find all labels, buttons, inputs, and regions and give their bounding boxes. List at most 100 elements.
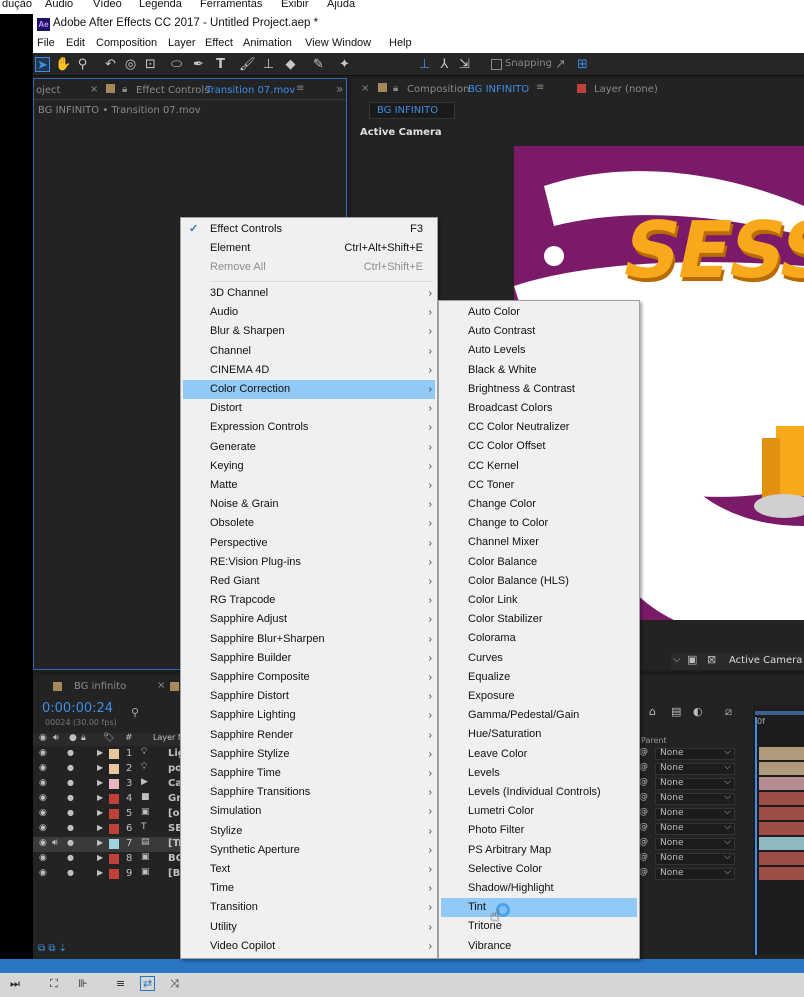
local-axis-icon[interactable]: ⊥ [417,57,432,72]
effect-lumetri-color[interactable]: Lumetri Color [441,802,637,821]
effect-change-to-color[interactable]: Change to Color [441,514,637,533]
loop-icon[interactable]: ⇄ [140,976,156,991]
timeline-bottom-icons[interactable]: ⧉ ⧉ ⇣ [38,943,67,954]
effect-colorama[interactable]: Colorama [441,629,637,648]
effect-category-sapphire-stylize[interactable]: Sapphire Stylize › [183,745,435,764]
effect-cc-color-offset[interactable]: CC Color Offset [441,437,637,456]
effect-color-balance-hls-[interactable]: Color Balance (HLS) [441,572,637,591]
eye-icon[interactable]: ◉ [39,868,47,878]
snap-grid-icon[interactable]: ⊞ [575,57,590,72]
app-menu-effect[interactable]: Effect [205,37,233,49]
parent-dropdown[interactable]: None ⌵ [655,822,735,835]
effect-hue-saturation[interactable]: Hue/Saturation [441,725,637,744]
layer-bar[interactable] [759,852,804,865]
os-menu-item[interactable]: Ajuda [327,0,355,10]
grid-toggle-icon[interactable]: ⊠ [707,653,716,666]
frame-blending-icon[interactable]: ▤ [671,705,681,718]
effect-category-obsolete[interactable]: Obsolete › [183,514,435,533]
parent-dropdown[interactable]: None ⌵ [655,792,735,805]
effect-controls-layer-link[interactable]: Transition 07.mov [206,85,295,96]
timeline-layer-row[interactable]: ◉ 🔊︎ ● ▶ 7 ▤ [Tr [33,837,193,852]
os-menu-item[interactable]: dução [2,0,32,10]
effect-auto-color[interactable]: Auto Color [441,303,637,322]
eye-icon[interactable]: ◉ [39,808,47,818]
pen-tool-icon[interactable]: ✒ [191,57,206,72]
effect-category-keying[interactable]: Keying › [183,457,435,476]
lock-icon[interactable]: 🔒︎ [122,84,127,95]
composition-tab[interactable]: Composition [407,84,469,95]
timeline-tab[interactable]: BG infinito [74,681,126,692]
effect-category-rg-trapcode[interactable]: RG Trapcode › [183,591,435,610]
shuffle-icon[interactable]: ⤨ [170,977,179,991]
brush-tool-icon[interactable]: 🖌 [239,57,256,72]
eraser-tool-icon[interactable]: ◆ [283,57,298,72]
layer-bar[interactable] [759,777,804,790]
puppet-pin-tool-icon[interactable]: ✦ [337,57,352,72]
effect-tint[interactable]: Tint [441,898,637,918]
layer-bar[interactable] [759,747,804,760]
label-color-swatch[interactable] [109,764,119,774]
playhead[interactable] [755,717,757,955]
solo-icon[interactable]: ● [67,823,74,832]
effect-category-color-correction[interactable]: Color Correction › [183,380,435,399]
panel-overflow-icon[interactable]: » [336,82,343,96]
os-menu-item[interactable]: Legenda [139,0,182,10]
effect-category-sapphire-distort[interactable]: Sapphire Distort › [183,687,435,706]
layer-name[interactable]: [B [168,868,180,879]
timeline-layer-row[interactable]: ◉ ● ▶ 3 ▶ Ca [33,777,193,792]
expand-twirl-icon[interactable]: ▶ [97,808,103,817]
hand-tool-icon[interactable]: ✋ [55,57,71,72]
effect-category-distort[interactable]: Distort › [183,399,435,418]
effect-levels-individual-controls-[interactable]: Levels (Individual Controls) [441,783,637,802]
effect-ps-arbitrary-map[interactable]: PS Arbitrary Map [441,841,637,860]
app-menu-window[interactable]: Window [332,37,371,49]
expand-twirl-icon[interactable]: ▶ [97,763,103,772]
effect-selective-color[interactable]: Selective Color [441,860,637,879]
close-tab-icon[interactable]: × [157,680,165,691]
expand-twirl-icon[interactable]: ▶ [97,853,103,862]
pickwhip-icon[interactable]: @ [639,822,648,832]
effect-category-re-vision-plug-ins[interactable]: RE:Vision Plug-ins › [183,553,435,572]
expand-twirl-icon[interactable]: ▶ [97,748,103,757]
os-menu-item[interactable]: Exibir [281,0,309,10]
effect-category-synthetic-aperture[interactable]: Synthetic Aperture › [183,841,435,860]
expand-twirl-icon[interactable]: ▶ [97,793,103,802]
label-color-swatch[interactable] [109,839,119,849]
os-menu-item[interactable]: Áudio [45,0,73,10]
expand-twirl-icon[interactable]: ▶ [97,823,103,832]
zoom-tool-icon[interactable]: ⚲ [75,57,90,72]
effect-category-sapphire-render[interactable]: Sapphire Render › [183,726,435,745]
rotate-tool-icon[interactable]: ↶ [103,57,118,72]
app-menu-edit[interactable]: Edit [66,37,85,49]
effect-category-transition[interactable]: Transition › [183,898,435,917]
text-tool-icon[interactable]: T [213,57,228,72]
effect-color-link[interactable]: Color Link [441,591,637,610]
project-tab[interactable]: oject [36,85,60,96]
effect-cc-kernel[interactable]: CC Kernel [441,457,637,476]
label-color-swatch[interactable] [109,794,119,804]
effect-category-perspective[interactable]: Perspective › [183,534,435,553]
mixer-icon[interactable]: ⊪ [78,977,88,990]
effect-equalize[interactable]: Equalize [441,668,637,687]
layer-bar[interactable] [759,837,804,850]
label-color-swatch[interactable] [109,749,119,759]
clone-stamp-tool-icon[interactable]: ⊥ [261,57,276,72]
time-ruler-area[interactable]: 0f [753,705,804,955]
pickwhip-icon[interactable]: @ [639,792,648,802]
pickwhip-icon[interactable]: @ [639,762,648,772]
effect-category-sapphire-blur-sharpen[interactable]: Sapphire Blur+Sharpen › [183,630,435,649]
composition-subtab[interactable]: BG INFINITO [369,102,455,119]
expand-twirl-icon[interactable]: ▶ [97,778,103,787]
eye-icon[interactable]: ◉ [39,853,47,863]
effect-controls-tab[interactable]: Effect Controls [136,85,209,96]
effect-category-expression-controls[interactable]: Expression Controls › [183,418,435,437]
label-color-swatch[interactable] [109,779,119,789]
eye-icon[interactable]: ◉ [39,793,47,803]
lock-icon[interactable]: 🔒︎ [393,83,398,94]
effect-cc-color-neutralizer[interactable]: CC Color Neutralizer [441,418,637,437]
effect-category-utility[interactable]: Utility › [183,918,435,937]
panel-menu-icon[interactable]: ≡ [536,82,544,93]
solo-icon[interactable]: ● [67,808,74,817]
layer-bar[interactable] [759,792,804,805]
os-menu-item[interactable]: Vídeo [93,0,122,10]
